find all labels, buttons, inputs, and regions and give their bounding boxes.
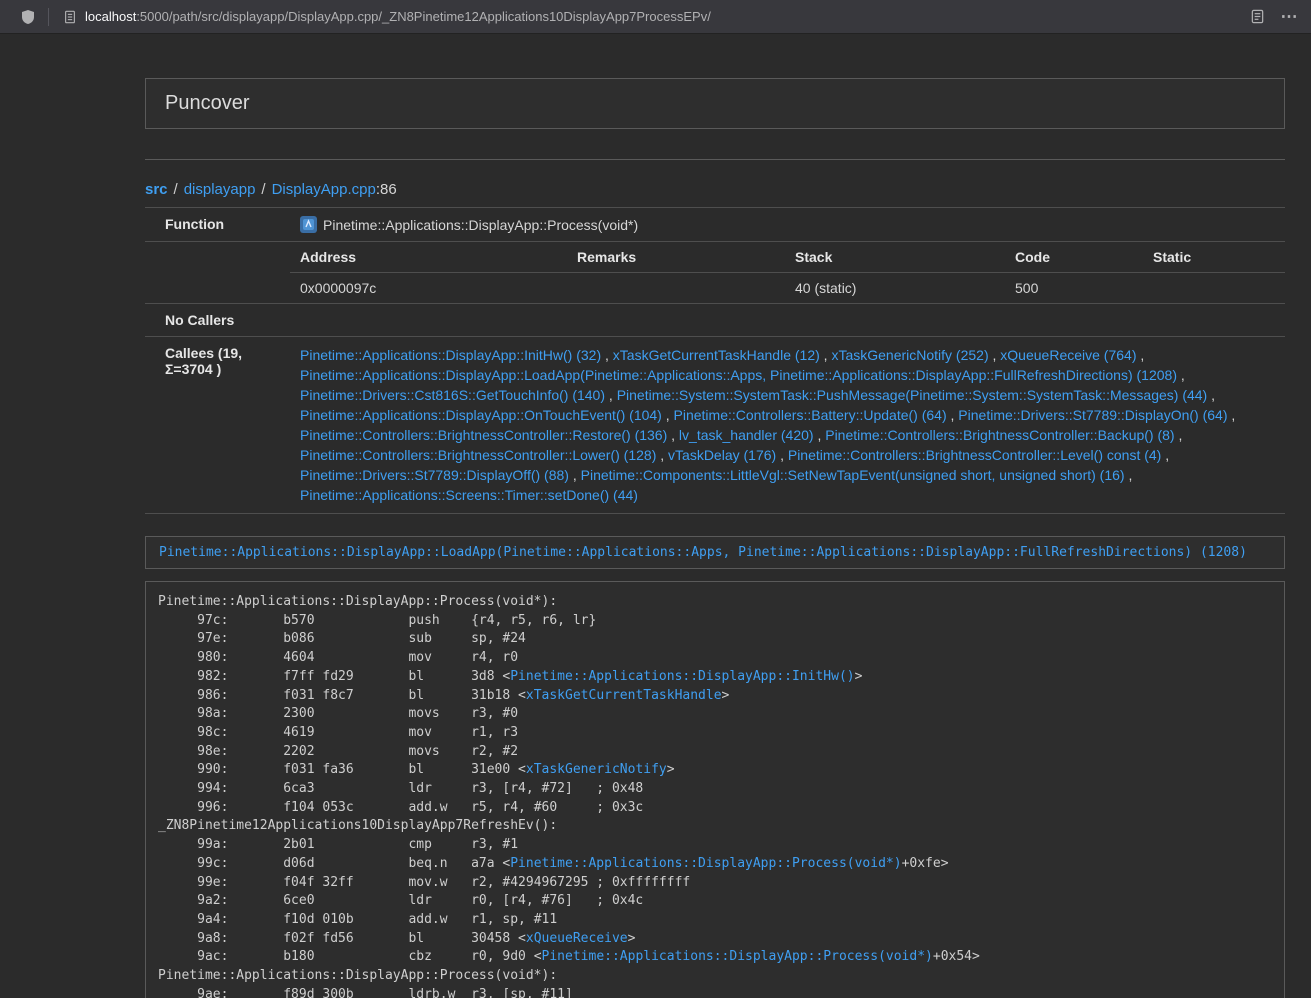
disasm-symbol-link[interactable]: xTaskGetCurrentTaskHandle: [526, 688, 722, 703]
callee-link[interactable]: Pinetime::Controllers::BrightnessControl…: [788, 447, 1161, 463]
page-icon: [63, 10, 77, 24]
disasm-symbol-link[interactable]: xQueueReceive: [526, 931, 628, 946]
callee-link[interactable]: Pinetime::Drivers::Cst816S::GetTouchInfo…: [300, 387, 605, 403]
overflow-menu-icon[interactable]: ⋯: [1273, 3, 1305, 31]
page-title: Puncover: [165, 92, 250, 114]
disasm-symbol-link[interactable]: Pinetime::Applications::DisplayApp::Proc…: [542, 949, 933, 964]
metrics-header-row: Address Remarks Stack Code Static: [290, 242, 1285, 273]
cell-stack: 40 (static): [785, 273, 1005, 304]
disasm-symbol-link[interactable]: xTaskGenericNotify: [526, 762, 667, 777]
col-stack: Stack: [785, 242, 1005, 273]
callee-link[interactable]: Pinetime::Controllers::BrightnessControl…: [300, 447, 656, 463]
no-callers-row: No Callers: [145, 304, 1285, 337]
function-row-label: Function: [145, 208, 290, 242]
url-host: localhost: [85, 9, 136, 24]
callee-link[interactable]: Pinetime::Applications::DisplayApp::Init…: [300, 347, 601, 363]
shield-icon-glyph: [20, 9, 36, 25]
app-title-panel: Puncover: [145, 78, 1285, 129]
no-callers-label: No Callers: [145, 304, 290, 337]
col-code: Code: [1005, 242, 1143, 273]
callee-link[interactable]: Pinetime::Applications::DisplayApp::OnTo…: [300, 407, 662, 423]
function-cell: Pinetime::Applications::DisplayApp::Proc…: [290, 208, 1285, 242]
breadcrumb-separator: /: [261, 181, 265, 198]
page-container: Puncover src / displayapp / DisplayApp.cpp:8…: [145, 78, 1285, 998]
function-row: Function Pinetime::Applications::Display…: [145, 208, 1285, 242]
col-static: Static: [1143, 242, 1285, 273]
breadcrumb-separator: /: [174, 181, 178, 198]
metrics-data-row: 0x0000097c 40 (static) 500: [290, 273, 1285, 304]
callees-label: Callees (19, Σ=3704 ): [145, 337, 290, 514]
callee-link[interactable]: Pinetime::Drivers::St7789::DisplayOff() …: [300, 467, 569, 483]
url-bar[interactable]: localhost:5000/path/src/displayapp/Displ…: [53, 3, 1241, 31]
cell-remarks: [567, 273, 785, 304]
cell-code: 500: [1005, 273, 1143, 304]
code-panel-heading[interactable]: Pinetime::Applications::DisplayApp::Load…: [145, 536, 1285, 569]
no-callers-cell: [290, 304, 1285, 337]
callee-link[interactable]: lv_task_handler (420): [679, 427, 814, 443]
callee-link[interactable]: Pinetime::System::SystemTask::PushMessag…: [617, 387, 1208, 403]
disasm-symbol-link[interactable]: Pinetime::Applications::DisplayApp::Proc…: [510, 856, 901, 871]
toolbar-divider: [48, 8, 49, 26]
callee-link[interactable]: Pinetime::Controllers::Battery::Update()…: [674, 407, 947, 423]
metrics-row: Address Remarks Stack Code Static 0x0000…: [145, 242, 1285, 304]
url-path: :5000/path/src/displayapp/DisplayApp.cpp…: [136, 9, 711, 24]
callee-link[interactable]: xTaskGetCurrentTaskHandle (12): [613, 347, 820, 363]
section-divider: [145, 159, 1285, 160]
callee-link[interactable]: Pinetime::Controllers::BrightnessControl…: [300, 427, 667, 443]
callee-link[interactable]: Pinetime::Applications::DisplayApp::Load…: [300, 367, 1177, 383]
symbol-type-icon: [300, 216, 317, 233]
browser-toolbar: localhost:5000/path/src/displayapp/Displ…: [0, 0, 1311, 34]
callee-link[interactable]: vTaskDelay (176): [668, 447, 776, 463]
disassembly: Pinetime::Applications::DisplayApp::Proc…: [158, 593, 1272, 998]
reader-view-icon[interactable]: [1241, 3, 1273, 31]
cell-static: [1143, 273, 1285, 304]
callee-link[interactable]: Pinetime::Controllers::BrightnessControl…: [825, 427, 1174, 443]
disassembly-panel: Pinetime::Applications::DisplayApp::Proc…: [145, 581, 1285, 998]
callee-link[interactable]: Pinetime::Components::LittleVgl::SetNewT…: [581, 467, 1125, 483]
breadcrumb: src / displayapp / DisplayApp.cpp:86: [145, 181, 1285, 198]
callees-list: Pinetime::Applications::DisplayApp::Init…: [290, 337, 1285, 514]
callee-link[interactable]: xTaskGenericNotify (252): [831, 347, 988, 363]
breadcrumb-link-displayapp[interactable]: displayapp: [184, 181, 256, 198]
col-remarks: Remarks: [567, 242, 785, 273]
breadcrumb-link-file[interactable]: DisplayApp.cpp: [272, 181, 376, 198]
breadcrumb-link-src[interactable]: src: [145, 181, 168, 198]
callees-row: Callees (19, Σ=3704 ) Pinetime::Applicat…: [145, 337, 1285, 514]
metrics-row-spacer: [145, 242, 290, 304]
disasm-symbol-link[interactable]: Pinetime::Applications::DisplayApp::Init…: [510, 669, 854, 684]
shield-icon[interactable]: [12, 3, 44, 31]
col-address: Address: [290, 242, 567, 273]
url-text: localhost:5000/path/src/displayapp/Displ…: [85, 9, 711, 24]
metrics-cell: Address Remarks Stack Code Static 0x0000…: [290, 242, 1285, 304]
metrics-table: Address Remarks Stack Code Static 0x0000…: [290, 242, 1285, 303]
callee-link[interactable]: xQueueReceive (764): [1000, 347, 1136, 363]
symbol-table: Function Pinetime::Applications::Display…: [145, 207, 1285, 514]
callee-link[interactable]: Pinetime::Drivers::St7789::DisplayOn() (…: [958, 407, 1227, 423]
cell-address: 0x0000097c: [290, 273, 567, 304]
breadcrumb-line-number: :86: [376, 181, 397, 198]
function-name: Pinetime::Applications::DisplayApp::Proc…: [323, 217, 638, 233]
callee-link[interactable]: Pinetime::Applications::Screens::Timer::…: [300, 487, 638, 503]
